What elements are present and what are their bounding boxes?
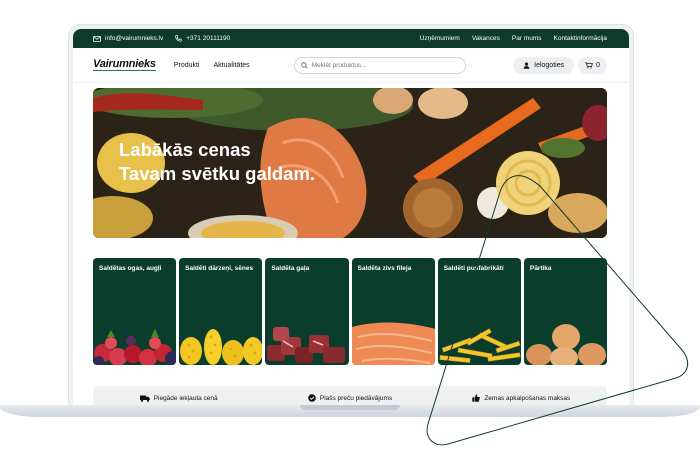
search-placeholder: Meklēt produktus... bbox=[311, 61, 367, 69]
category-label: Saldēti dārzeņi, sēnes bbox=[185, 265, 254, 272]
laptop-mockup: info@vairumnieks.lv +371 20111190 Uzņēmu… bbox=[0, 0, 700, 450]
hero-banner[interactable]: Labākās cenas Tavam svētku galdam. bbox=[93, 88, 607, 238]
phone-text: +371 20111190 bbox=[186, 35, 231, 42]
corn-image bbox=[180, 329, 263, 365]
login-label: Ielogoties bbox=[534, 61, 565, 69]
cart-button[interactable]: 0 bbox=[578, 56, 607, 74]
hero-line-1: Labākās cenas bbox=[119, 139, 251, 160]
category-label: Saldēta zivs fileja bbox=[357, 265, 412, 272]
benefit-label: Plašs preču piedāvājums bbox=[319, 394, 393, 402]
phone-contact[interactable]: +371 20111190 bbox=[175, 35, 230, 42]
search-input[interactable]: Meklēt produktus... bbox=[293, 56, 466, 74]
salmon-image bbox=[351, 322, 435, 365]
site-header: Vairumnieks Produkti Aktualitātes Meklēt… bbox=[73, 48, 629, 83]
truck-icon bbox=[139, 395, 150, 402]
category-card-fish[interactable]: Saldēta zivs fileja bbox=[351, 258, 435, 365]
nav-products[interactable]: Produkti bbox=[174, 62, 200, 69]
mail-icon bbox=[93, 35, 101, 42]
site-logo[interactable]: Vairumnieks bbox=[93, 59, 156, 71]
link-companies[interactable]: Uzņēmumiem bbox=[420, 35, 460, 42]
eggs-image bbox=[525, 324, 606, 365]
check-circle-icon bbox=[308, 394, 316, 402]
nav-news[interactable]: Aktualitātes bbox=[214, 62, 250, 69]
category-label: Saldēti pusfabrikāti bbox=[443, 265, 504, 272]
laptop-notch bbox=[300, 405, 400, 410]
login-button[interactable]: Ielogoties bbox=[513, 56, 575, 74]
link-about[interactable]: Par mums bbox=[512, 35, 542, 42]
berries-image bbox=[94, 329, 177, 365]
benefit-label: Piegāde iekļauta cenā bbox=[153, 394, 218, 402]
hero-headline: Labākās cenas Tavam svētku galdam. bbox=[119, 138, 315, 186]
category-card-vegetables[interactable]: Saldēti dārzeņi, sēnes bbox=[179, 258, 263, 365]
category-grid: Saldētas ogas, augļi Saldēti dārzeņi, sē… bbox=[93, 258, 608, 365]
category-label: Saldēta gaļa bbox=[271, 265, 310, 272]
category-card-semi-finished[interactable]: Saldēti pusfabrikāti bbox=[437, 258, 521, 365]
link-vacancies[interactable]: Vakances bbox=[472, 35, 500, 42]
benefit-fees: Zemas apkalpošanas maksas bbox=[436, 394, 607, 402]
email-text: info@vairumnieks.lv bbox=[105, 35, 164, 42]
cart-icon bbox=[585, 61, 594, 68]
user-icon bbox=[523, 62, 530, 69]
browser-screen: info@vairumnieks.lv +371 20111190 Uzņēmu… bbox=[73, 29, 629, 407]
meat-image bbox=[267, 327, 346, 363]
hero-line-2: Tavam svētku galdam. bbox=[119, 163, 316, 184]
top-links: Uzņēmumiem Vakances Par mums Kontaktinfo… bbox=[408, 35, 607, 42]
link-contacts[interactable]: Kontaktinformācija bbox=[554, 35, 607, 42]
benefit-delivery: Piegāde iekļauta cenā bbox=[93, 395, 264, 402]
category-card-berries[interactable]: Saldētas ogas, augļi bbox=[93, 258, 177, 365]
thumbs-up-icon bbox=[472, 394, 481, 402]
email-contact[interactable]: info@vairumnieks.lv bbox=[93, 35, 163, 42]
benefits-bar: Piegāde iekļauta cenā Plašs preču piedāv… bbox=[93, 386, 607, 407]
top-bar: info@vairumnieks.lv +371 20111190 Uzņēmu… bbox=[73, 29, 629, 48]
fries-image bbox=[439, 328, 521, 363]
category-label: Saldētas ogas, augļi bbox=[99, 265, 162, 272]
search-icon bbox=[300, 61, 308, 69]
phone-icon bbox=[175, 35, 182, 42]
category-card-food[interactable]: Pārtika bbox=[523, 258, 608, 365]
category-label: Pārtika bbox=[529, 265, 552, 272]
benefit-range: Plašs preču piedāvājums bbox=[264, 394, 435, 402]
category-card-meat[interactable]: Saldēta gaļa bbox=[265, 258, 349, 365]
benefit-label: Zemas apkalpošanas maksas bbox=[484, 394, 571, 402]
cart-count: 0 bbox=[596, 61, 600, 69]
main-nav: Produkti Aktualitātes bbox=[174, 62, 264, 69]
